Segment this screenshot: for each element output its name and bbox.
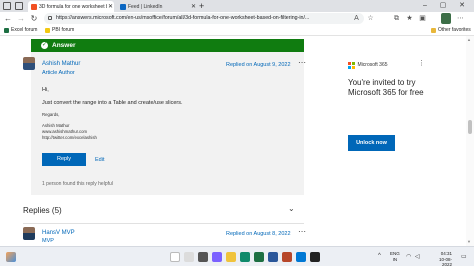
favorites-icon[interactable]: ★ [405, 14, 414, 23]
favorite-pbi-forum[interactable]: PBI forum [45, 27, 74, 33]
more-options-icon[interactable]: ⋯ [298, 58, 307, 67]
window-close-icon[interactable]: ✕ [455, 0, 469, 12]
excel-icon[interactable] [254, 252, 264, 262]
word-icon[interactable] [268, 252, 278, 262]
app-icon[interactable] [310, 252, 320, 262]
refresh-icon[interactable]: ↻ [29, 12, 39, 25]
url-field[interactable]: https://answers.microsoft.com/en-us/msof… [44, 13, 364, 24]
start-icon[interactable] [170, 252, 180, 262]
excel-icon [4, 27, 9, 33]
favorites-bar: Excel forum PBI forum Other favorites [0, 25, 474, 36]
taskbar: ^ ENG IN ◠ ◁ 04:31 10-08-2022 ▭ [0, 246, 474, 266]
maximize-icon[interactable]: ▢ [436, 0, 450, 12]
other-favorites[interactable]: Other favorites [431, 27, 471, 33]
ad-brand: Microsoft 365 [348, 62, 388, 69]
signature-name: Ashish Mathur [42, 123, 70, 128]
avatar[interactable] [23, 227, 35, 240]
lock-icon[interactable] [48, 16, 52, 20]
favorite-label: Excel forum [11, 27, 38, 33]
other-favorites-label: Other favorites [438, 27, 471, 33]
scroll-up-icon[interactable]: ▲ [467, 37, 471, 42]
scrollbar[interactable]: ▲ ▼ [466, 36, 474, 246]
close-icon[interactable]: ✕ [190, 3, 197, 10]
linkedin-favicon-icon [120, 3, 126, 10]
reply-author-role[interactable]: MVP [42, 238, 54, 244]
language-indicator[interactable]: ENG IN [390, 251, 400, 262]
reply-button[interactable]: Reply [42, 153, 86, 166]
task-view-icon[interactable] [198, 252, 208, 262]
language-top: ENG [390, 251, 400, 256]
unlock-now-button[interactable]: Unlock now [348, 135, 395, 151]
file-explorer-icon[interactable] [226, 252, 236, 262]
chevron-up-icon[interactable]: ^ [378, 253, 381, 259]
address-bar-row: ← → ↻ https://answers.microsoft.com/en-u… [0, 12, 474, 25]
edge-icon[interactable] [240, 252, 250, 262]
new-tab-button[interactable]: + [199, 0, 204, 12]
microsoft-logo-icon [348, 62, 355, 69]
edit-link[interactable]: Edit [95, 157, 104, 163]
folder-icon [431, 27, 436, 33]
signature-twitter[interactable]: http://twitter.com/excelashish [42, 135, 97, 140]
favorite-label: PBI forum [52, 27, 75, 33]
settings-more-icon[interactable]: ⋯ [456, 14, 465, 23]
tab-strip: 3D formula for one worksheet b... ✕ Feed… [0, 0, 474, 12]
outlook-icon[interactable] [296, 252, 306, 262]
forward-icon[interactable]: → [16, 12, 26, 25]
clock[interactable]: 04:31 10-08-2022 [430, 251, 452, 266]
reply-date[interactable]: Replied on August 8, 2022 [226, 231, 291, 237]
microsoft-favicon-icon [31, 3, 37, 10]
teams-icon[interactable] [212, 252, 222, 262]
tab-title: 3D formula for one worksheet b... [39, 3, 107, 10]
ad-options-icon[interactable]: ⋮ [418, 59, 425, 67]
signature-website[interactable]: www.ashishmathur.com [42, 129, 87, 134]
more-options-icon[interactable]: ⋯ [298, 227, 307, 236]
profile-avatar[interactable] [441, 13, 451, 24]
message-regards: Regards, [42, 112, 60, 117]
reply-author-name[interactable]: HansV MVP [42, 230, 75, 236]
powerpoint-icon[interactable] [282, 252, 292, 262]
language-bottom: IN [392, 256, 398, 262]
wifi-icon[interactable]: ◠ [406, 253, 411, 260]
helpful-count: 1 person found this reply helpful [42, 181, 113, 187]
search-icon[interactable] [184, 252, 194, 262]
collections-icon[interactable]: ▣ [418, 14, 427, 23]
author-role[interactable]: Article Author [42, 70, 75, 76]
notification-icon[interactable]: ▭ [461, 253, 467, 260]
replied-date[interactable]: Replied on August 9, 2022 [226, 62, 291, 68]
tab-answers[interactable]: 3D formula for one worksheet b... ✕ [28, 1, 114, 12]
replies-heading: Replies (5) [23, 206, 62, 215]
minimize-icon[interactable]: – [418, 0, 432, 12]
tab-title: Feed | LinkedIn [128, 3, 163, 10]
message-text: Just convert the range into a Table and … [42, 100, 183, 106]
workspaces-icon[interactable] [15, 2, 23, 10]
chevron-down-icon[interactable]: ⌄ [288, 204, 295, 213]
scroll-down-icon[interactable]: ▼ [467, 239, 471, 244]
read-aloud-icon[interactable]: A [352, 14, 361, 23]
close-icon[interactable]: ✕ [107, 3, 114, 10]
scroll-thumb[interactable] [468, 120, 472, 134]
tab-linkedin[interactable]: Feed | LinkedIn ✕ [117, 1, 197, 12]
favorite-excel-forum[interactable]: Excel forum [4, 27, 37, 33]
back-icon[interactable]: ← [3, 12, 13, 25]
powerbi-icon [45, 27, 50, 33]
favorite-star-icon[interactable]: ☆ [366, 14, 375, 23]
page-content: ✓ Answer Ashish Mathur Article Author Re… [0, 36, 474, 246]
extensions-icon[interactable]: ⧉ [392, 14, 401, 23]
answer-label: Answer [52, 42, 76, 49]
checkmark-icon: ✓ [41, 42, 48, 49]
ad-brand-label: Microsoft 365 [357, 62, 388, 69]
answer-header: ✓ Answer [31, 39, 304, 52]
divider [23, 223, 304, 224]
volume-icon[interactable]: ◁ [415, 253, 420, 260]
clock-date: 10-08-2022 [438, 256, 452, 266]
tab-actions-icon[interactable] [3, 2, 11, 10]
avatar[interactable] [23, 57, 35, 70]
message-greeting: Hi, [42, 87, 49, 93]
ad-text: You're invited to try Microsoft 365 for … [348, 78, 424, 97]
author-name[interactable]: Ashish Mathur [42, 61, 80, 67]
weather-icon[interactable] [6, 252, 16, 262]
